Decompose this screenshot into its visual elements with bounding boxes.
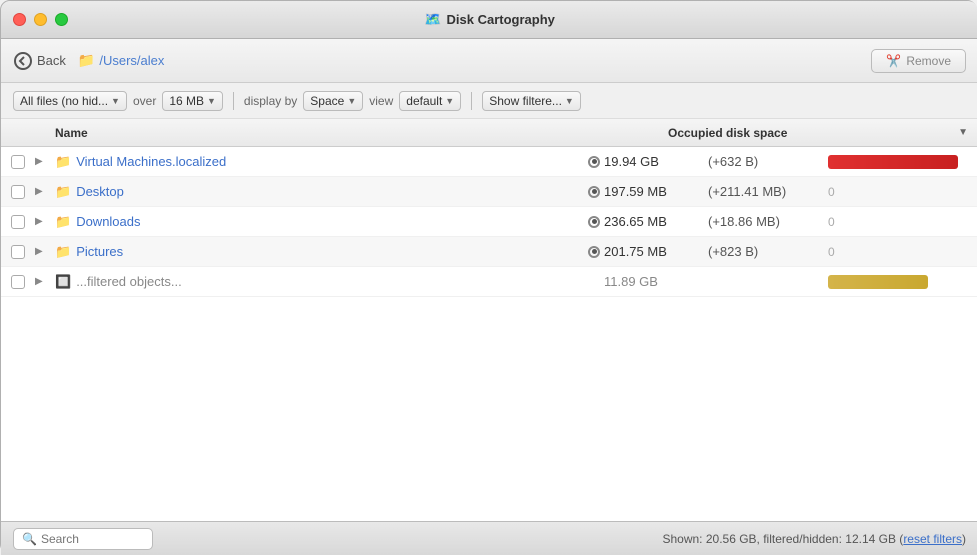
display-by-label: display by	[244, 94, 297, 108]
search-box[interactable]: 🔍	[13, 528, 153, 550]
chevron-down-icon: ▼	[347, 96, 356, 106]
chevron-down-icon: ▼	[207, 96, 216, 106]
expand-icon[interactable]: ▶	[35, 246, 55, 257]
size-filter-select[interactable]: 16 MB ▼	[162, 91, 223, 111]
filter-icon: 🔲	[55, 274, 71, 290]
scissors-icon: ✂️	[886, 54, 901, 68]
sort-desc-icon: ▼	[958, 127, 968, 138]
row-checkbox[interactable]	[11, 245, 35, 259]
expand-icon[interactable]: ▶	[35, 186, 55, 197]
row-delta: (+211.41 MB)	[708, 184, 828, 199]
window-title: 🗺️ Disk Cartography	[424, 11, 555, 28]
row-name: 📁 Pictures	[55, 244, 588, 260]
row-bar	[828, 154, 968, 170]
table-row: ▶ 🔲 ...filtered objects... 11.89 GB	[1, 267, 977, 297]
radio-icon	[588, 246, 600, 258]
path-display: 📁 /Users/alex	[78, 52, 164, 69]
files-filter-select[interactable]: All files (no hid... ▼	[13, 91, 127, 111]
row-delta: (+632 B)	[708, 154, 828, 169]
row-extra: 0	[828, 245, 848, 259]
table-row: ▶ 📁 Downloads 236.65 MB (+18.86 MB) 0	[1, 207, 977, 237]
row-bar: 0	[828, 184, 968, 200]
row-size: 11.89 GB	[588, 274, 708, 289]
row-size: 236.65 MB	[588, 214, 708, 229]
expand-icon[interactable]: ▶	[35, 276, 55, 287]
row-name: 📁 Desktop	[55, 184, 588, 200]
folder-icon: 📁	[55, 154, 71, 170]
titlebar: 🗺️ Disk Cartography	[1, 1, 977, 39]
divider	[233, 92, 234, 110]
row-size: 201.75 MB	[588, 244, 708, 259]
view-select[interactable]: default ▼	[399, 91, 461, 111]
toolbar: Back 📁 /Users/alex ✂️ Remove	[1, 39, 977, 83]
table-row: ▶ 📁 Virtual Machines.localized 19.94 GB …	[1, 147, 977, 177]
row-extra: 0	[828, 185, 848, 199]
expand-icon[interactable]: ▶	[35, 156, 55, 167]
row-size: 19.94 GB	[588, 154, 708, 169]
row-extra: 0	[828, 215, 848, 229]
chevron-down-icon: ▼	[111, 96, 120, 106]
back-button[interactable]: Back	[13, 51, 66, 71]
status-text: Shown: 20.56 GB, filtered/hidden: 12.14 …	[662, 532, 966, 546]
minimize-button[interactable]	[34, 13, 47, 26]
row-delta: (+823 B)	[708, 244, 828, 259]
chevron-down-icon: ▼	[445, 96, 454, 106]
folder-icon: 📁	[55, 184, 71, 200]
display-by-select[interactable]: Space ▼	[303, 91, 363, 111]
folder-icon: 📁	[78, 52, 95, 69]
header-name[interactable]: Name	[55, 126, 668, 140]
radio-icon	[588, 156, 600, 168]
show-filter-select[interactable]: Show filtere... ▼	[482, 91, 581, 111]
chevron-down-icon: ▼	[565, 96, 574, 106]
maximize-button[interactable]	[55, 13, 68, 26]
row-delta: (+18.86 MB)	[708, 214, 828, 229]
row-checkbox[interactable]	[11, 155, 35, 169]
table-row: ▶ 📁 Pictures 201.75 MB (+823 B) 0	[1, 237, 977, 267]
size-bar	[828, 275, 928, 289]
table-header: Name Occupied disk space ▼	[1, 119, 977, 147]
search-icon: 🔍	[22, 532, 37, 546]
row-size: 197.59 MB	[588, 184, 708, 199]
row-name: 📁 Virtual Machines.localized	[55, 154, 588, 170]
filter-bar: All files (no hid... ▼ over 16 MB ▼ disp…	[1, 83, 977, 119]
row-name: 🔲 ...filtered objects...	[55, 274, 588, 290]
app-icon: 🗺️	[424, 11, 441, 28]
view-label: view	[369, 94, 393, 108]
search-input[interactable]	[41, 532, 144, 546]
row-bar: 0	[828, 214, 968, 230]
divider	[471, 92, 472, 110]
folder-icon: 📁	[55, 214, 71, 230]
expand-icon[interactable]: ▶	[35, 216, 55, 227]
reset-filters-link[interactable]: reset filters	[903, 532, 962, 546]
row-checkbox[interactable]	[11, 185, 35, 199]
size-bar	[828, 155, 958, 169]
over-label: over	[133, 94, 156, 108]
folder-icon: 📁	[55, 244, 71, 260]
table-row: ▶ 📁 Desktop 197.59 MB (+211.41 MB) 0	[1, 177, 977, 207]
row-name: 📁 Downloads	[55, 214, 588, 230]
row-checkbox[interactable]	[11, 275, 35, 289]
table-body: ▶ 📁 Virtual Machines.localized 19.94 GB …	[1, 147, 977, 549]
close-button[interactable]	[13, 13, 26, 26]
row-bar	[828, 274, 968, 290]
remove-button[interactable]: ✂️ Remove	[871, 49, 966, 73]
radio-icon	[588, 216, 600, 228]
row-bar: 0	[828, 244, 968, 260]
header-size[interactable]: Occupied disk space ▼	[668, 126, 968, 140]
row-checkbox[interactable]	[11, 215, 35, 229]
traffic-lights	[13, 13, 68, 26]
status-bar: 🔍 Shown: 20.56 GB, filtered/hidden: 12.1…	[1, 521, 977, 555]
radio-icon	[588, 186, 600, 198]
